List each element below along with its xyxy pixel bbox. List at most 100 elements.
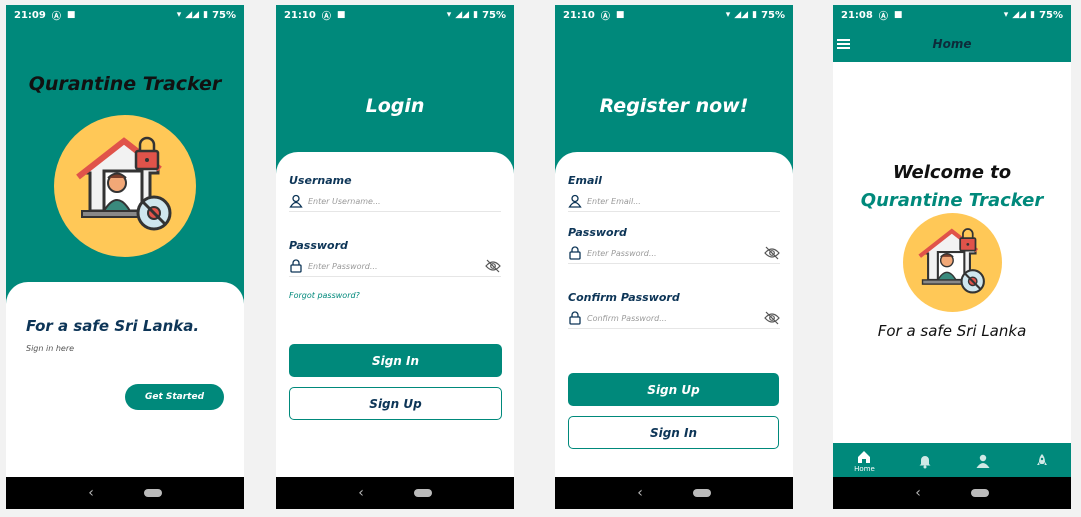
lock-icon <box>569 246 581 260</box>
battery-level: 75% <box>1039 9 1063 21</box>
back-icon[interactable]: ‹ <box>915 485 921 501</box>
battery-icon: ▮ <box>1030 10 1036 20</box>
eye-off-icon[interactable] <box>764 311 780 325</box>
app-bar: 21:08 Ⓐ ■ ▾ ◢◢ ▮ 75% Home <box>833 5 1071 62</box>
wifi-icon: ▾ <box>1003 10 1009 20</box>
app-notification-icon: Ⓐ <box>51 11 61 22</box>
status-time: 21:09 <box>14 9 46 21</box>
password-placeholder: Enter Password... <box>587 248 657 258</box>
home-pill[interactable] <box>692 489 711 497</box>
nav-profile[interactable] <box>975 453 991 469</box>
email-placeholder: Enter Email... <box>587 196 641 206</box>
camera-notification-icon: ■ <box>336 10 346 20</box>
page-title: Home <box>932 37 972 51</box>
welcome-heading: Welcome to <box>892 162 1012 183</box>
password-field[interactable]: Enter Password... <box>289 256 501 277</box>
lock-icon <box>569 311 581 325</box>
splash-screen: 21:09 Ⓐ ■ ▾ ◢◢ ▮ 75% Qurantine Tracker F… <box>6 5 244 509</box>
tagline: For a safe Sri Lanka. <box>26 317 200 335</box>
person-icon <box>976 454 990 468</box>
register-screen: 21:10 Ⓐ ■ ▾ ◢◢ ▮ 75% Register now! Email… <box>555 5 793 509</box>
eye-off-icon[interactable] <box>764 246 780 260</box>
nav-rocket[interactable] <box>1034 453 1050 469</box>
camera-notification-icon: ■ <box>615 10 625 20</box>
app-logo <box>903 213 1002 312</box>
back-icon[interactable]: ‹ <box>88 485 94 501</box>
system-nav-bar: ‹ <box>555 477 793 509</box>
password-field[interactable]: Enter Password... <box>568 243 780 264</box>
get-started-button[interactable]: Get Started <box>125 384 224 410</box>
nav-notifications[interactable] <box>917 453 933 469</box>
status-time: 21:10 <box>563 9 595 21</box>
confirm-password-placeholder: Confirm Password... <box>587 313 667 323</box>
battery-icon: ▮ <box>203 10 209 20</box>
forgot-password-link[interactable]: Forgot password? <box>289 291 360 300</box>
bottom-navigation: Home <box>833 443 1071 479</box>
status-bar: 21:10 Ⓐ ■ ▾ ◢◢ ▮ 75% <box>276 5 514 25</box>
email-label: Email <box>568 174 602 187</box>
home-screen: 21:08 Ⓐ ■ ▾ ◢◢ ▮ 75% Home Welcome to Qur… <box>833 5 1071 509</box>
username-field[interactable]: Enter Username... <box>289 191 501 212</box>
tagline: For a safe Sri Lanka <box>877 322 1027 340</box>
sign-in-button[interactable]: Sign In <box>289 344 502 377</box>
email-field[interactable]: Enter Email... <box>568 191 780 212</box>
confirm-password-field[interactable]: Confirm Password... <box>568 308 780 329</box>
password-placeholder: Enter Password... <box>308 261 378 271</box>
back-icon[interactable]: ‹ <box>637 485 643 501</box>
app-title: Qurantine Tracker <box>28 73 222 95</box>
home-pill[interactable] <box>143 489 162 497</box>
sign-up-button[interactable]: Sign Up <box>568 373 779 406</box>
status-time: 21:10 <box>284 9 316 21</box>
home-pill[interactable] <box>413 489 432 497</box>
battery-icon: ▮ <box>473 10 479 20</box>
camera-notification-icon: ■ <box>893 10 903 20</box>
login-screen: 21:10 Ⓐ ■ ▾ ◢◢ ▮ 75% Login Username Ente… <box>276 5 514 509</box>
page-title: Login <box>365 95 425 117</box>
back-icon[interactable]: ‹ <box>358 485 364 501</box>
wifi-icon: ▾ <box>725 10 731 20</box>
eye-off-icon[interactable] <box>485 259 501 273</box>
system-nav-bar: ‹ <box>6 477 244 509</box>
battery-icon: ▮ <box>752 10 758 20</box>
lock-icon <box>290 259 302 273</box>
status-bar: 21:09 Ⓐ ■ ▾ ◢◢ ▮ 75% <box>6 5 244 25</box>
battery-level: 75% <box>761 9 785 21</box>
person-icon <box>289 194 303 208</box>
quarantine-house-icon <box>918 228 985 294</box>
app-notification-icon: Ⓐ <box>600 11 610 22</box>
app-name: Qurantine Tracker <box>860 190 1044 211</box>
wifi-icon: ▾ <box>446 10 452 20</box>
app-notification-icon: Ⓐ <box>321 11 331 22</box>
rocket-icon <box>1036 454 1047 465</box>
wifi-icon: ▾ <box>176 10 182 20</box>
system-nav-bar: ‹ <box>833 477 1071 509</box>
app-notification-icon: Ⓐ <box>878 11 888 22</box>
status-bar: 21:10 Ⓐ ■ ▾ ◢◢ ▮ 75% <box>555 5 793 25</box>
username-placeholder: Enter Username... <box>308 196 381 206</box>
nav-home[interactable]: Home <box>854 449 875 473</box>
home-pill[interactable] <box>970 489 989 497</box>
status-time: 21:08 <box>841 9 873 21</box>
battery-level: 75% <box>212 9 236 21</box>
signal-icon: ◢◢ <box>1012 10 1027 20</box>
page-title: Register now! <box>599 95 749 117</box>
signal-icon: ◢◢ <box>455 10 470 20</box>
sign-in-button[interactable]: Sign In <box>568 416 779 449</box>
nav-home-label: Home <box>854 465 875 473</box>
quarantine-house-icon <box>76 136 172 231</box>
signal-icon: ◢◢ <box>185 10 200 20</box>
person-icon <box>568 194 582 208</box>
system-nav-bar: ‹ <box>276 477 514 509</box>
app-logo <box>54 115 196 257</box>
password-label: Password <box>568 226 627 239</box>
home-icon <box>858 451 871 463</box>
username-label: Username <box>289 174 352 187</box>
sign-up-button[interactable]: Sign Up <box>289 387 502 420</box>
bell-icon <box>919 456 931 469</box>
welcome-card <box>6 282 244 477</box>
confirm-password-label: Confirm Password <box>568 291 680 304</box>
password-label: Password <box>289 239 348 252</box>
camera-notification-icon: ■ <box>66 10 76 20</box>
battery-level: 75% <box>482 9 506 21</box>
signal-icon: ◢◢ <box>734 10 749 20</box>
